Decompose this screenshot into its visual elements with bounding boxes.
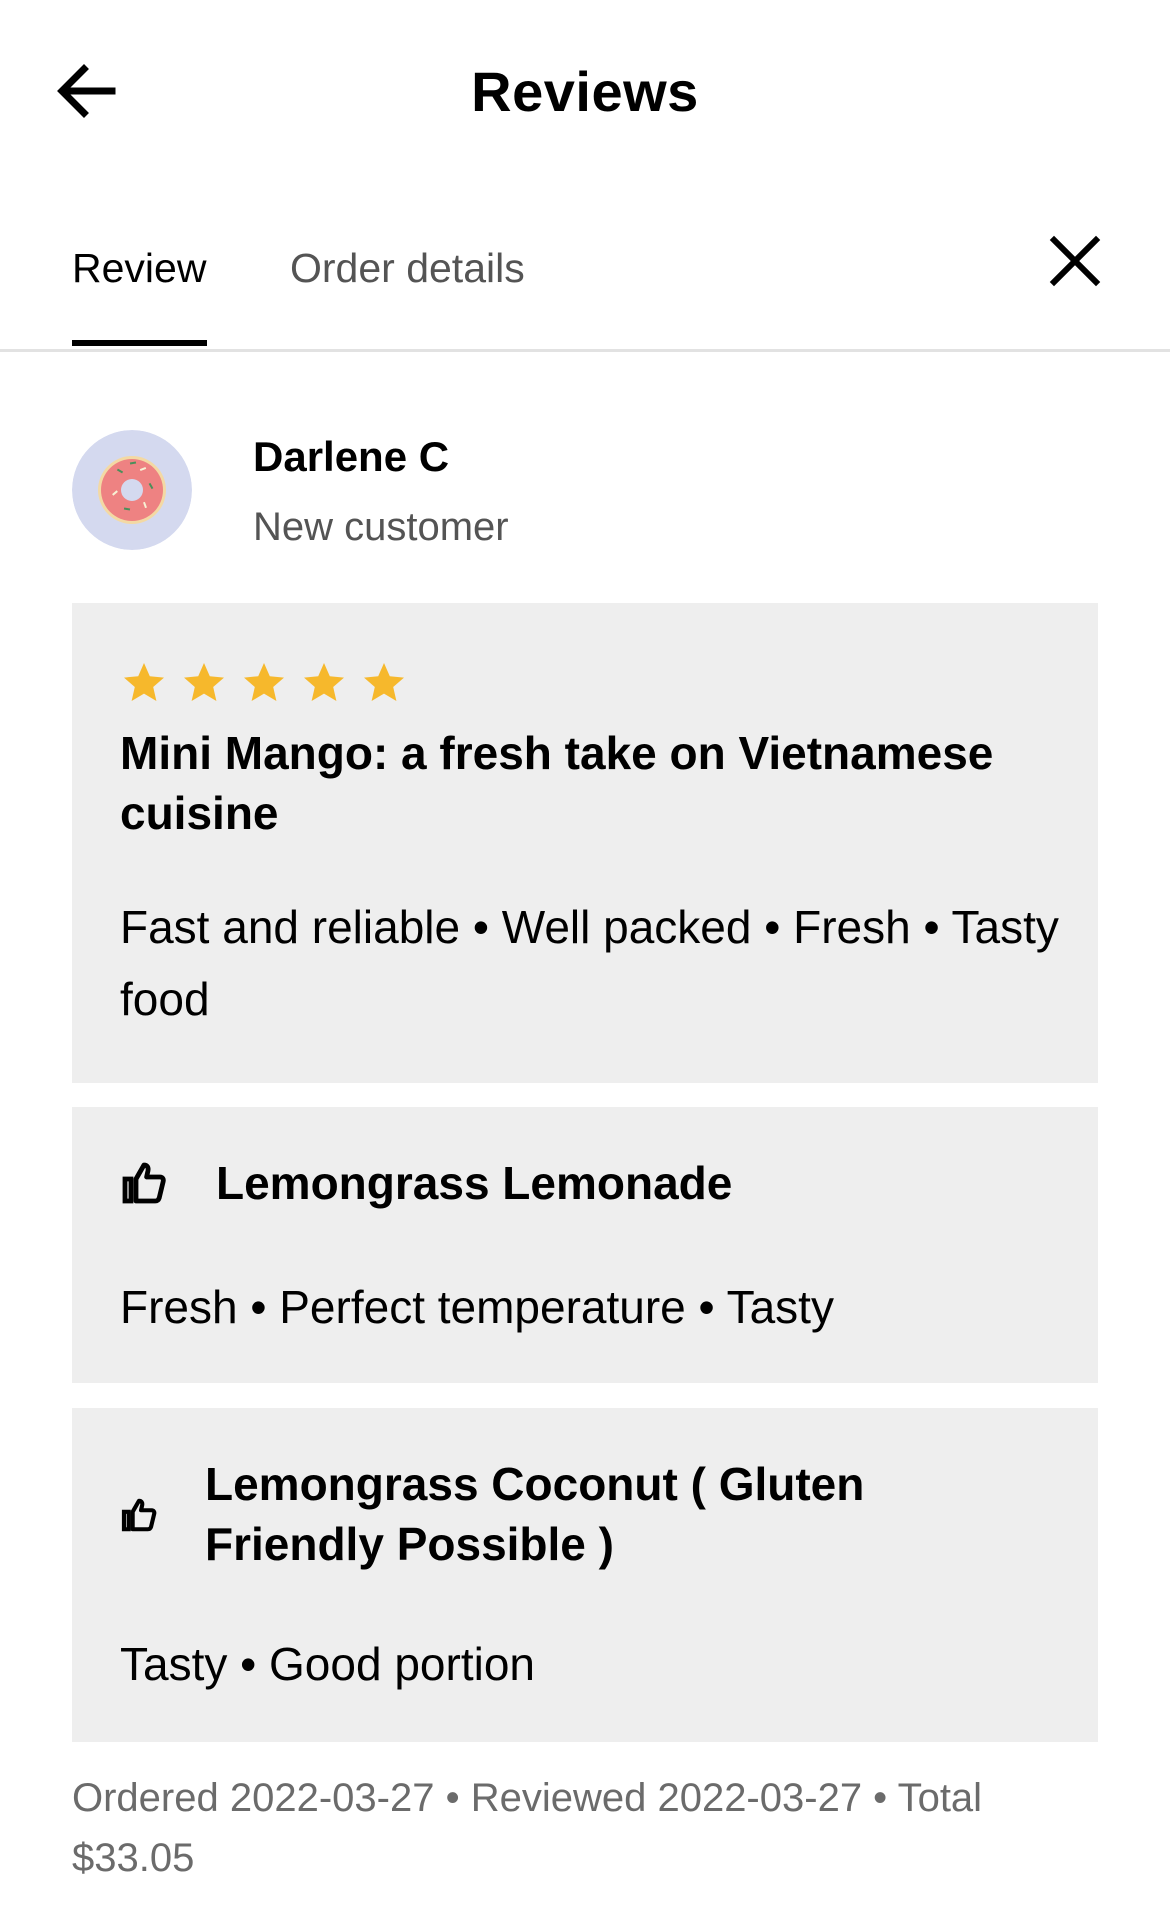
item-name: Lemongrass Lemonade (216, 1157, 733, 1209)
item-name: Lemongrass Coconut ( Gluten Friendly Pos… (205, 1458, 865, 1570)
star-icon (364, 663, 404, 701)
star-icon (184, 663, 224, 701)
star-icon (244, 663, 284, 701)
review-title: Mini Mango: a fresh take on Vietnamese c… (120, 727, 994, 839)
thumbs-up-icon (121, 1498, 157, 1532)
reviewer-name: Darlene C (253, 433, 450, 480)
tab-bar: Review Order details (0, 222, 1170, 350)
order-summary: Ordered 2022-03-27 • Reviewed 2022-03-27… (72, 1776, 983, 1880)
tab-order-details[interactable]: Order details (290, 240, 525, 296)
item-tags: Tasty • Good portion (120, 1638, 535, 1690)
item-tags: Fresh • Perfect temperature • Tasty (120, 1281, 834, 1333)
item-review-card: Lemongrass Coconut ( Gluten Friendly Pos… (72, 1408, 1098, 1742)
tab-review[interactable]: Review (72, 240, 206, 296)
page-title: Reviews (471, 60, 699, 123)
star-rating (120, 659, 420, 707)
close-icon (1049, 235, 1101, 287)
item-review-card: Lemongrass Lemonade Fresh • Perfect temp… (72, 1107, 1098, 1383)
tabs-divider (0, 349, 1170, 352)
star-icon (304, 663, 344, 701)
star-icon (124, 663, 164, 701)
close-button[interactable] (1044, 230, 1106, 292)
donut-avatar-icon (72, 430, 192, 550)
active-tab-indicator (72, 340, 207, 346)
reviewer-header: Darlene C New customer (72, 430, 1098, 550)
thumbs-up-icon (122, 1162, 166, 1204)
reviewer-status: New customer (253, 505, 509, 549)
top-bar: Reviews (0, 0, 1170, 185)
review-tags: Fast and reliable • Well packed • Fresh … (120, 901, 1059, 1025)
review-card: Mini Mango: a fresh take on Vietnamese c… (72, 603, 1098, 1083)
avatar (72, 430, 192, 550)
